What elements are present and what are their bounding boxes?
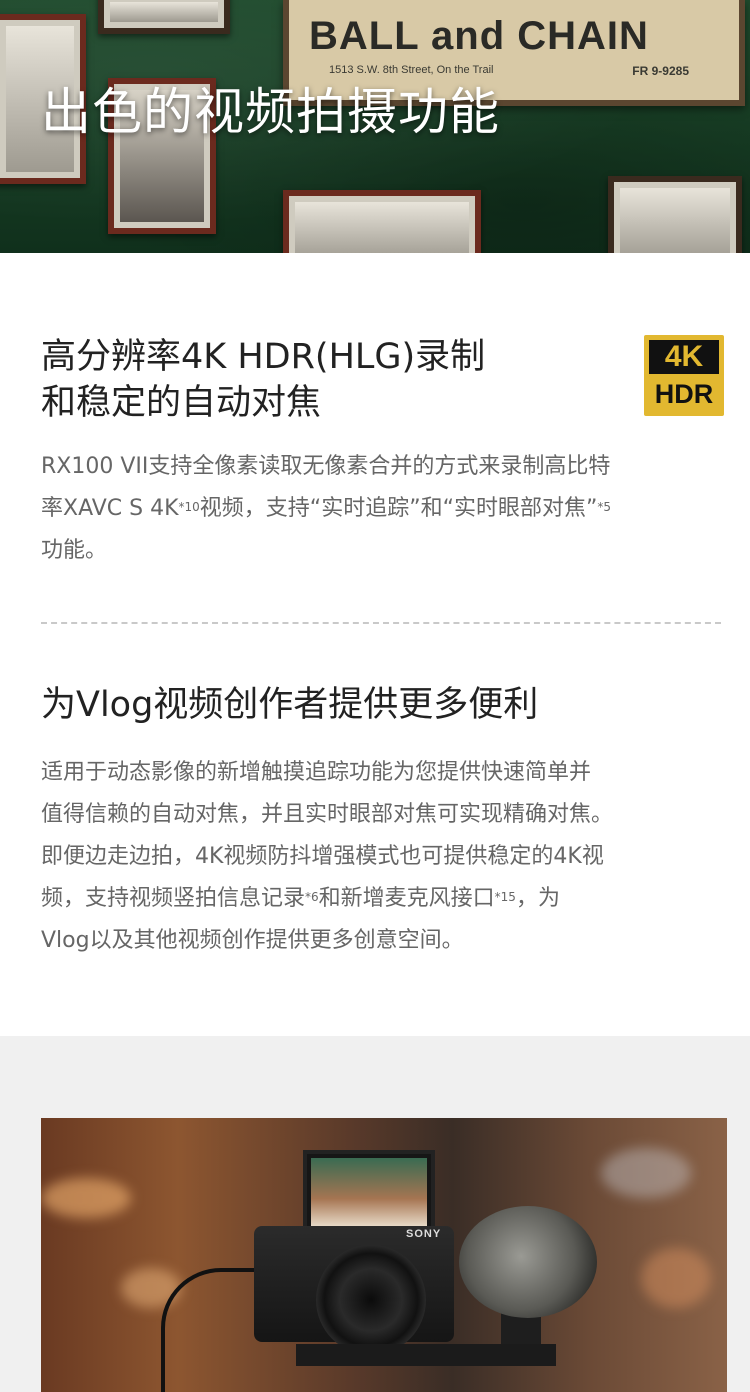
wall-photo-frame: [608, 176, 742, 253]
section-heading: 为Vlog视频创作者提供更多便利: [41, 685, 539, 725]
section-description: RX100 VII支持全像素读取无像素合并的方式来录制高比特 率XAVC S 4…: [41, 446, 711, 572]
flip-screen: [303, 1150, 435, 1234]
footnote-ref: *6: [305, 890, 319, 904]
wall-photo-frame: [98, 0, 230, 34]
badge-hdr: HDR: [654, 379, 714, 409]
dashed-divider: [41, 622, 721, 624]
wall-photo-frame: [283, 190, 481, 253]
text-span: ，为: [515, 886, 560, 911]
hero-banner: BALL and CHAIN 1513 S.W. 8th Street, On …: [0, 0, 750, 253]
camera-lens: [316, 1245, 426, 1355]
paragraph-line: 功能。: [41, 538, 108, 563]
sign-phone: FR 9-9285: [632, 64, 689, 78]
heading-line: 高分辨率4K HDR(HLG)录制: [41, 337, 486, 377]
section-4k-hdr: 高分辨率4K HDR(HLG)录制 和稳定的自动对焦: [41, 334, 711, 426]
text-span: 和新增麦克风接口: [318, 886, 495, 911]
paragraph-line: 频，支持视频竖拍信息记录*6和新增麦克风接口*15，为: [41, 878, 711, 920]
paragraph-line: 即便边走边拍，4K视频防抖增强模式也可提供稳定的4K视: [41, 844, 604, 869]
paragraph-line: 率XAVC S 4K*10视频，支持“实时追踪”和“实时眼部对焦”*5: [41, 488, 711, 530]
4k-hdr-logo: 4K HDR: [644, 335, 724, 416]
microphone-windscreen: [459, 1206, 597, 1318]
sign-title: BALL and CHAIN: [309, 14, 649, 58]
paragraph-line: 值得信赖的自动对焦，并且实时眼部对焦可实现精确对焦。: [41, 802, 614, 827]
section-description: 适用于动态影像的新增触摸追踪功能为您提供快速简单并 值得信赖的自动对焦，并且实时…: [41, 752, 711, 962]
paragraph-line: RX100 VII支持全像素读取无像素合并的方式来录制高比特: [41, 454, 611, 479]
paragraph-line: 适用于动态影像的新增触摸追踪功能为您提供快速简单并: [41, 760, 592, 785]
text-span: 频，支持视频竖拍信息记录: [41, 886, 306, 911]
footnote-ref: *5: [597, 500, 612, 514]
paragraph-line: Vlog以及其他视频创作提供更多创意空间。: [41, 928, 464, 953]
grip-bracket: [296, 1344, 556, 1366]
footnote-ref: *15: [494, 890, 516, 904]
vlog-camera-photo: SONY: [41, 1118, 727, 1392]
badge-4k: 4K: [649, 340, 719, 374]
section-heading: 高分辨率4K HDR(HLG)录制 和稳定的自动对焦: [41, 334, 711, 426]
text-span: 率XAVC S 4K: [41, 496, 179, 521]
footnote-ref: *10: [178, 500, 200, 514]
text-span: 视频，支持“实时追踪”和“实时眼部对焦”: [199, 496, 598, 521]
hero-title: 出色的视频拍摄功能: [41, 83, 500, 141]
heading-line: 和稳定的自动对焦: [41, 383, 322, 423]
camera-brand: SONY: [406, 1228, 442, 1240]
